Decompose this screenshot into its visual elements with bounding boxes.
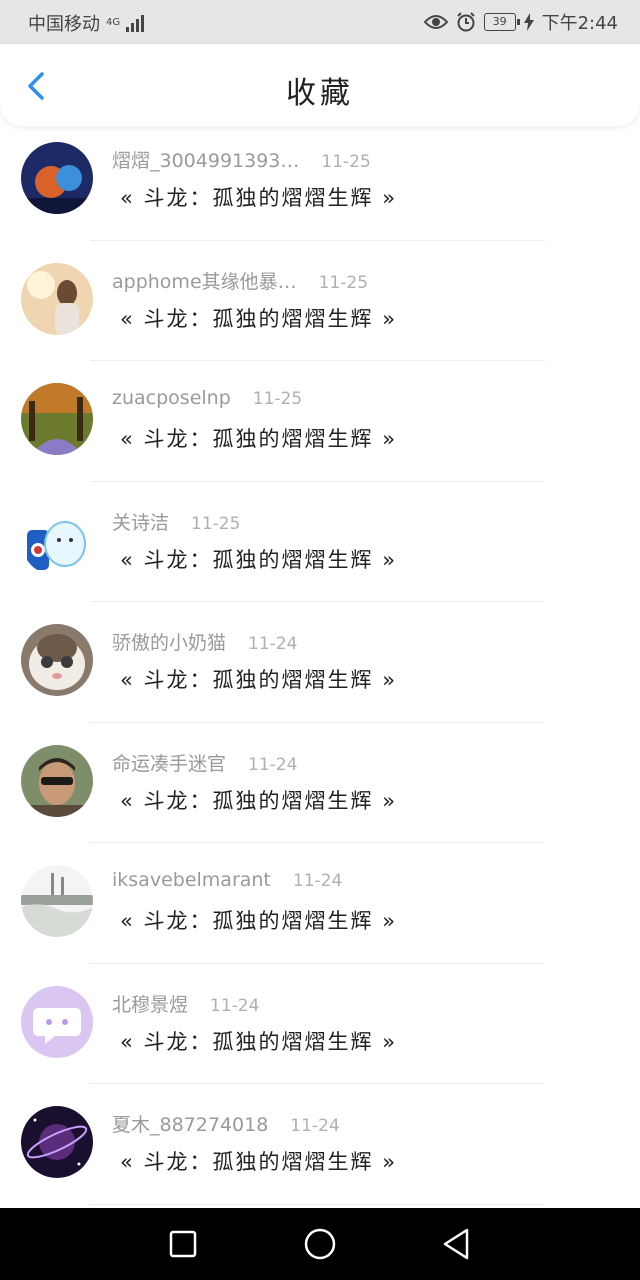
favorite-title[interactable]: « 斗龙：孤独的熠熠生辉 » — [120, 303, 397, 333]
system-nav-bar — [0, 1208, 640, 1280]
avatar[interactable] — [21, 744, 93, 817]
username[interactable]: 关诗洁 — [112, 508, 169, 535]
app-header: 收藏 — [0, 44, 640, 126]
avatar[interactable] — [21, 1106, 93, 1178]
charging-icon — [523, 13, 534, 31]
avatar[interactable] — [21, 865, 93, 937]
favorite-title[interactable]: « 斗龙：孤独的熠熠生辉 » — [120, 785, 397, 815]
list-item[interactable]: 北穆景煜 11-24 « 斗龙：孤独的熠熠生辉 » — [0, 964, 640, 1084]
list-item[interactable]: 夏木_887274018 11-24 « 斗龙：孤独的熠熠生辉 » — [0, 1084, 640, 1205]
username[interactable]: 熠熠_3004991393… — [112, 146, 299, 173]
recent-apps-button[interactable] — [163, 1226, 203, 1262]
date: 11-25 — [191, 513, 241, 534]
carrier-label: 中国移动 — [28, 14, 100, 35]
username[interactable]: 骄傲的小奶猫 — [112, 628, 226, 655]
username[interactable]: zuacposelnp — [112, 387, 231, 409]
list-item[interactable]: 熠熠_3004991393… 11-25 « 斗龙：孤独的熠熠生辉 » — [0, 120, 640, 241]
divider — [90, 1203, 545, 1205]
home-icon — [304, 1228, 336, 1260]
eye-icon — [423, 15, 448, 29]
clock: 下午2:44 — [541, 13, 618, 34]
username[interactable]: 北穆景煜 — [112, 990, 188, 1017]
favorite-title[interactable]: « 斗龙：孤独的熠熠生辉 » — [120, 544, 397, 574]
avatar[interactable] — [21, 503, 93, 576]
favorite-title[interactable]: « 斗龙：孤独的熠熠生辉 » — [120, 423, 397, 453]
date: 11-25 — [321, 152, 371, 172]
date: 11-25 — [318, 272, 369, 293]
avatar[interactable] — [21, 383, 93, 455]
list-item[interactable]: apphome其缘他暴… 11-25 « 斗龙：孤独的熠熠生辉 » — [0, 241, 640, 361]
avatar[interactable] — [21, 985, 93, 1058]
date: 11-24 — [248, 754, 298, 775]
battery-icon: 39 — [483, 13, 520, 31]
signal-icon — [126, 14, 145, 32]
home-button[interactable] — [300, 1226, 340, 1262]
favorite-title[interactable]: « 斗龙：孤独的熠熠生辉 » — [120, 1146, 397, 1176]
list-item[interactable]: zuacposelnp 11-25 « 斗龙：孤独的熠熠生辉 » — [0, 361, 640, 482]
list-item[interactable]: 骄傲的小奶猫 11-24 « 斗龙：孤独的熠熠生辉 » — [0, 602, 640, 723]
list-item[interactable]: iksavebelmarant 11-24 « 斗龙：孤独的熠熠生辉 » — [0, 843, 640, 964]
favorite-title[interactable]: « 斗龙：孤独的熠熠生辉 » — [120, 664, 397, 694]
username[interactable]: 命运凑手迷官 — [112, 749, 226, 776]
recent-apps-icon — [169, 1230, 197, 1258]
avatar[interactable] — [21, 262, 93, 335]
list-item[interactable]: 关诗洁 11-25 « 斗龙：孤独的熠熠生辉 » — [0, 482, 640, 602]
date: 11-24 — [292, 871, 343, 891]
network-type: 4G — [106, 17, 121, 28]
favorites-list: 熠熠_3004991393… 11-25 « 斗龙：孤独的熠熠生辉 » apph… — [0, 120, 640, 1205]
date: 11-24 — [290, 1116, 340, 1136]
username[interactable]: apphome其缘他暴… — [112, 267, 297, 294]
username[interactable]: iksavebelmarant — [112, 869, 271, 891]
back-nav-button[interactable] — [437, 1226, 477, 1262]
page-title: 收藏 — [286, 76, 354, 111]
username[interactable]: 夏木_887274018 — [112, 1110, 268, 1137]
favorite-title[interactable]: « 斗龙：孤独的熠熠生辉 » — [120, 182, 397, 212]
date: 11-24 — [210, 995, 260, 1016]
avatar[interactable] — [21, 142, 93, 214]
avatar[interactable] — [21, 624, 93, 696]
date: 11-24 — [248, 634, 298, 654]
favorite-title[interactable]: « 斗龙：孤独的熠熠生辉 » — [120, 1026, 397, 1056]
battery-level: 39 — [492, 15, 507, 28]
favorite-title[interactable]: « 斗龙：孤独的熠熠生辉 » — [120, 905, 397, 935]
list-item[interactable]: 命运凑手迷官 11-24 « 斗龙：孤独的熠熠生辉 » — [0, 723, 640, 843]
status-bar: 中国移动 4G 39 下午2:44 — [0, 0, 640, 44]
date: 11-25 — [252, 389, 303, 409]
alarm-icon — [456, 12, 475, 32]
back-icon — [443, 1228, 469, 1260]
